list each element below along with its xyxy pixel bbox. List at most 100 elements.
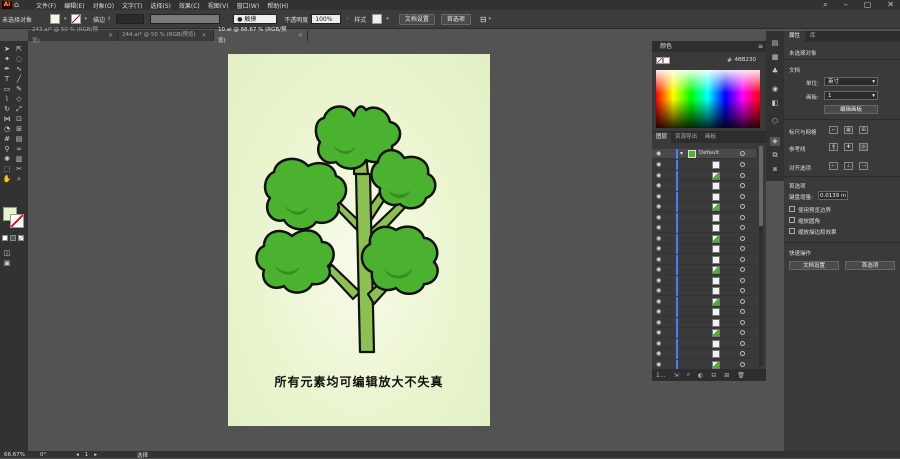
target-icon[interactable] [740, 298, 745, 304]
target-icon[interactable] [740, 193, 745, 199]
layer-sublayer-row[interactable]: ◉ [652, 160, 756, 170]
artboard-number[interactable]: 1 [85, 452, 89, 458]
scale-tool-icon[interactable]: ⤢ [14, 105, 24, 114]
layer-sublayer-row[interactable]: ◉ [652, 317, 756, 328]
fill-stroke-icon[interactable] [3, 207, 25, 229]
graphic-styles-icon[interactable]: ◧ [770, 99, 780, 108]
target-icon[interactable] [740, 204, 745, 209]
layer-sublayer-row[interactable]: ◉ [652, 338, 756, 349]
quick-doc-settings-button[interactable]: 文档设置 [789, 261, 839, 270]
menu-window[interactable]: 窗口(W) [237, 1, 260, 10]
arrange-icon[interactable]: ⊟ [480, 15, 487, 24]
visibility-icon[interactable]: ◉ [656, 319, 661, 326]
tab-libraries[interactable]: 库 [805, 31, 821, 42]
symbol-sprayer-tool-icon[interactable]: ✺ [2, 155, 12, 164]
swatches-icon[interactable]: ▦ [770, 53, 780, 62]
scale-strokes-checkbox[interactable] [789, 228, 795, 234]
align-left-icon[interactable]: ⊢ [829, 162, 838, 170]
tab-artboards[interactable]: 画板 [701, 132, 720, 143]
quick-preferences-button[interactable]: 首选项 [845, 261, 895, 270]
symbols-icon[interactable]: ◉ [770, 85, 780, 94]
panel-menu-icon[interactable]: ≡ [758, 43, 763, 50]
properties-icon[interactable]: ▤ [770, 39, 780, 48]
color-mode-icon[interactable] [2, 235, 26, 241]
rotation-angle[interactable]: 0° [40, 452, 70, 458]
opacity-input[interactable]: 100% [311, 14, 342, 24]
export-icon[interactable]: ⇲ [674, 372, 679, 379]
visibility-icon[interactable]: ◉ [656, 182, 661, 189]
target-icon[interactable] [740, 151, 745, 156]
tab-document-10[interactable]: 10.ai @ 66.67 % (RGB/预览) ✕ [214, 27, 308, 44]
smart-guides-icon[interactable]: ✚ [844, 143, 853, 151]
visibility-icon[interactable]: ◉ [656, 214, 661, 221]
lasso-tool-icon[interactable]: ◌ [14, 55, 24, 64]
free-transform-tool-icon[interactable]: ⊡ [14, 115, 24, 124]
new-layer-icon[interactable]: ⊞ [724, 372, 729, 379]
variable-width-select[interactable] [150, 14, 221, 24]
target-icon[interactable] [740, 225, 745, 230]
visibility-icon[interactable]: ◉ [656, 361, 661, 368]
expand-icon[interactable]: ▾ [680, 150, 683, 157]
target-icon[interactable] [740, 246, 745, 251]
target-icon[interactable] [740, 277, 745, 283]
visibility-icon[interactable]: ◉ [656, 161, 661, 168]
close-icon[interactable]: ✕ [108, 30, 113, 41]
close-icon[interactable]: ✕ [887, 0, 894, 10]
visibility-icon[interactable]: ◉ [656, 193, 661, 200]
visibility-icon[interactable]: ◉ [656, 172, 661, 179]
layer-sublayer-row[interactable]: ◉ [652, 265, 756, 275]
selection-tool-icon[interactable]: ➤ [2, 45, 12, 54]
visibility-icon[interactable]: ◉ [656, 150, 661, 157]
ruler-icon[interactable]: ⌐ [829, 126, 838, 134]
layer-sublayer-row[interactable]: ◉ [652, 307, 756, 317]
next-artboard-icon[interactable]: ▸ [94, 452, 97, 458]
line-tool-icon[interactable]: ╱ [14, 75, 24, 84]
stepper-icon[interactable]: ⇕ [107, 16, 111, 22]
target-icon[interactable] [740, 235, 745, 241]
layer-sublayer-row[interactable]: ◉ [652, 170, 756, 181]
prev-artboard-icon[interactable]: ◂ [76, 452, 79, 458]
eraser-tool-icon[interactable]: ◇ [14, 95, 24, 104]
units-select[interactable]: 英寸 ▾ [824, 77, 878, 86]
target-icon[interactable] [740, 183, 745, 188]
artboard-select[interactable]: 1 ▾ [824, 91, 878, 100]
close-icon[interactable]: ✕ [202, 30, 207, 41]
menu-file[interactable]: 文件(F) [36, 1, 56, 10]
layer-sublayer-row[interactable]: ◉ [652, 244, 756, 254]
search-icon[interactable]: ⌕ [687, 371, 690, 379]
pixel-grid-icon[interactable]: ⊞ [859, 126, 868, 134]
grid-icon[interactable]: ▦ [844, 126, 853, 134]
tab-asset-export[interactable]: 资源导出 [671, 132, 701, 143]
layers-icon[interactable]: ◈ [770, 137, 780, 146]
target-icon[interactable] [740, 172, 745, 178]
visibility-icon[interactable]: ◉ [656, 235, 661, 242]
menu-object[interactable]: 对象(O) [93, 1, 114, 10]
rotate-tool-icon[interactable]: ↻ [2, 105, 12, 114]
column-graph-tool-icon[interactable]: ▥ [14, 155, 24, 164]
artboard[interactable]: 所有元素均可编辑放大不失真 [228, 54, 490, 426]
style-swatch[interactable] [372, 14, 383, 24]
visibility-icon[interactable]: ◉ [656, 224, 661, 231]
layer-sublayer-row[interactable]: ◉ [652, 296, 756, 307]
layer-sublayer-row[interactable]: ◉ [652, 286, 756, 296]
align-right-icon[interactable]: ⊣ [859, 162, 868, 170]
preview-bounds-checkbox[interactable] [789, 206, 795, 212]
direct-selection-tool-icon[interactable]: ⇱ [14, 45, 24, 54]
chevron-down-icon[interactable]: ▾ [64, 16, 67, 22]
paintbrush-tool-icon[interactable]: ✎ [14, 85, 24, 94]
zoom-tool-icon[interactable]: ⌕ [14, 175, 24, 184]
color-spectrum[interactable] [656, 70, 760, 128]
target-icon[interactable] [740, 256, 745, 262]
target-icon[interactable] [740, 340, 745, 346]
visibility-icon[interactable]: ◉ [656, 350, 661, 357]
layer-sublayer-row[interactable]: ◉ [652, 328, 756, 338]
pen-tool-icon[interactable]: ✒ [2, 65, 12, 74]
target-icon[interactable] [740, 288, 745, 293]
artboard-tool-icon[interactable]: ⬚ [2, 165, 12, 174]
new-sublayer-icon[interactable]: ⊟ [711, 372, 716, 379]
lock-guides-icon[interactable]: ⊹ [859, 143, 868, 151]
magic-wand-tool-icon[interactable]: ✦ [2, 55, 12, 64]
perspective-grid-tool-icon[interactable]: ⊞ [14, 125, 24, 134]
keyboard-increment-input[interactable]: 0.0139 in [818, 191, 848, 200]
layer-sublayer-row[interactable]: ◉ [652, 254, 756, 265]
